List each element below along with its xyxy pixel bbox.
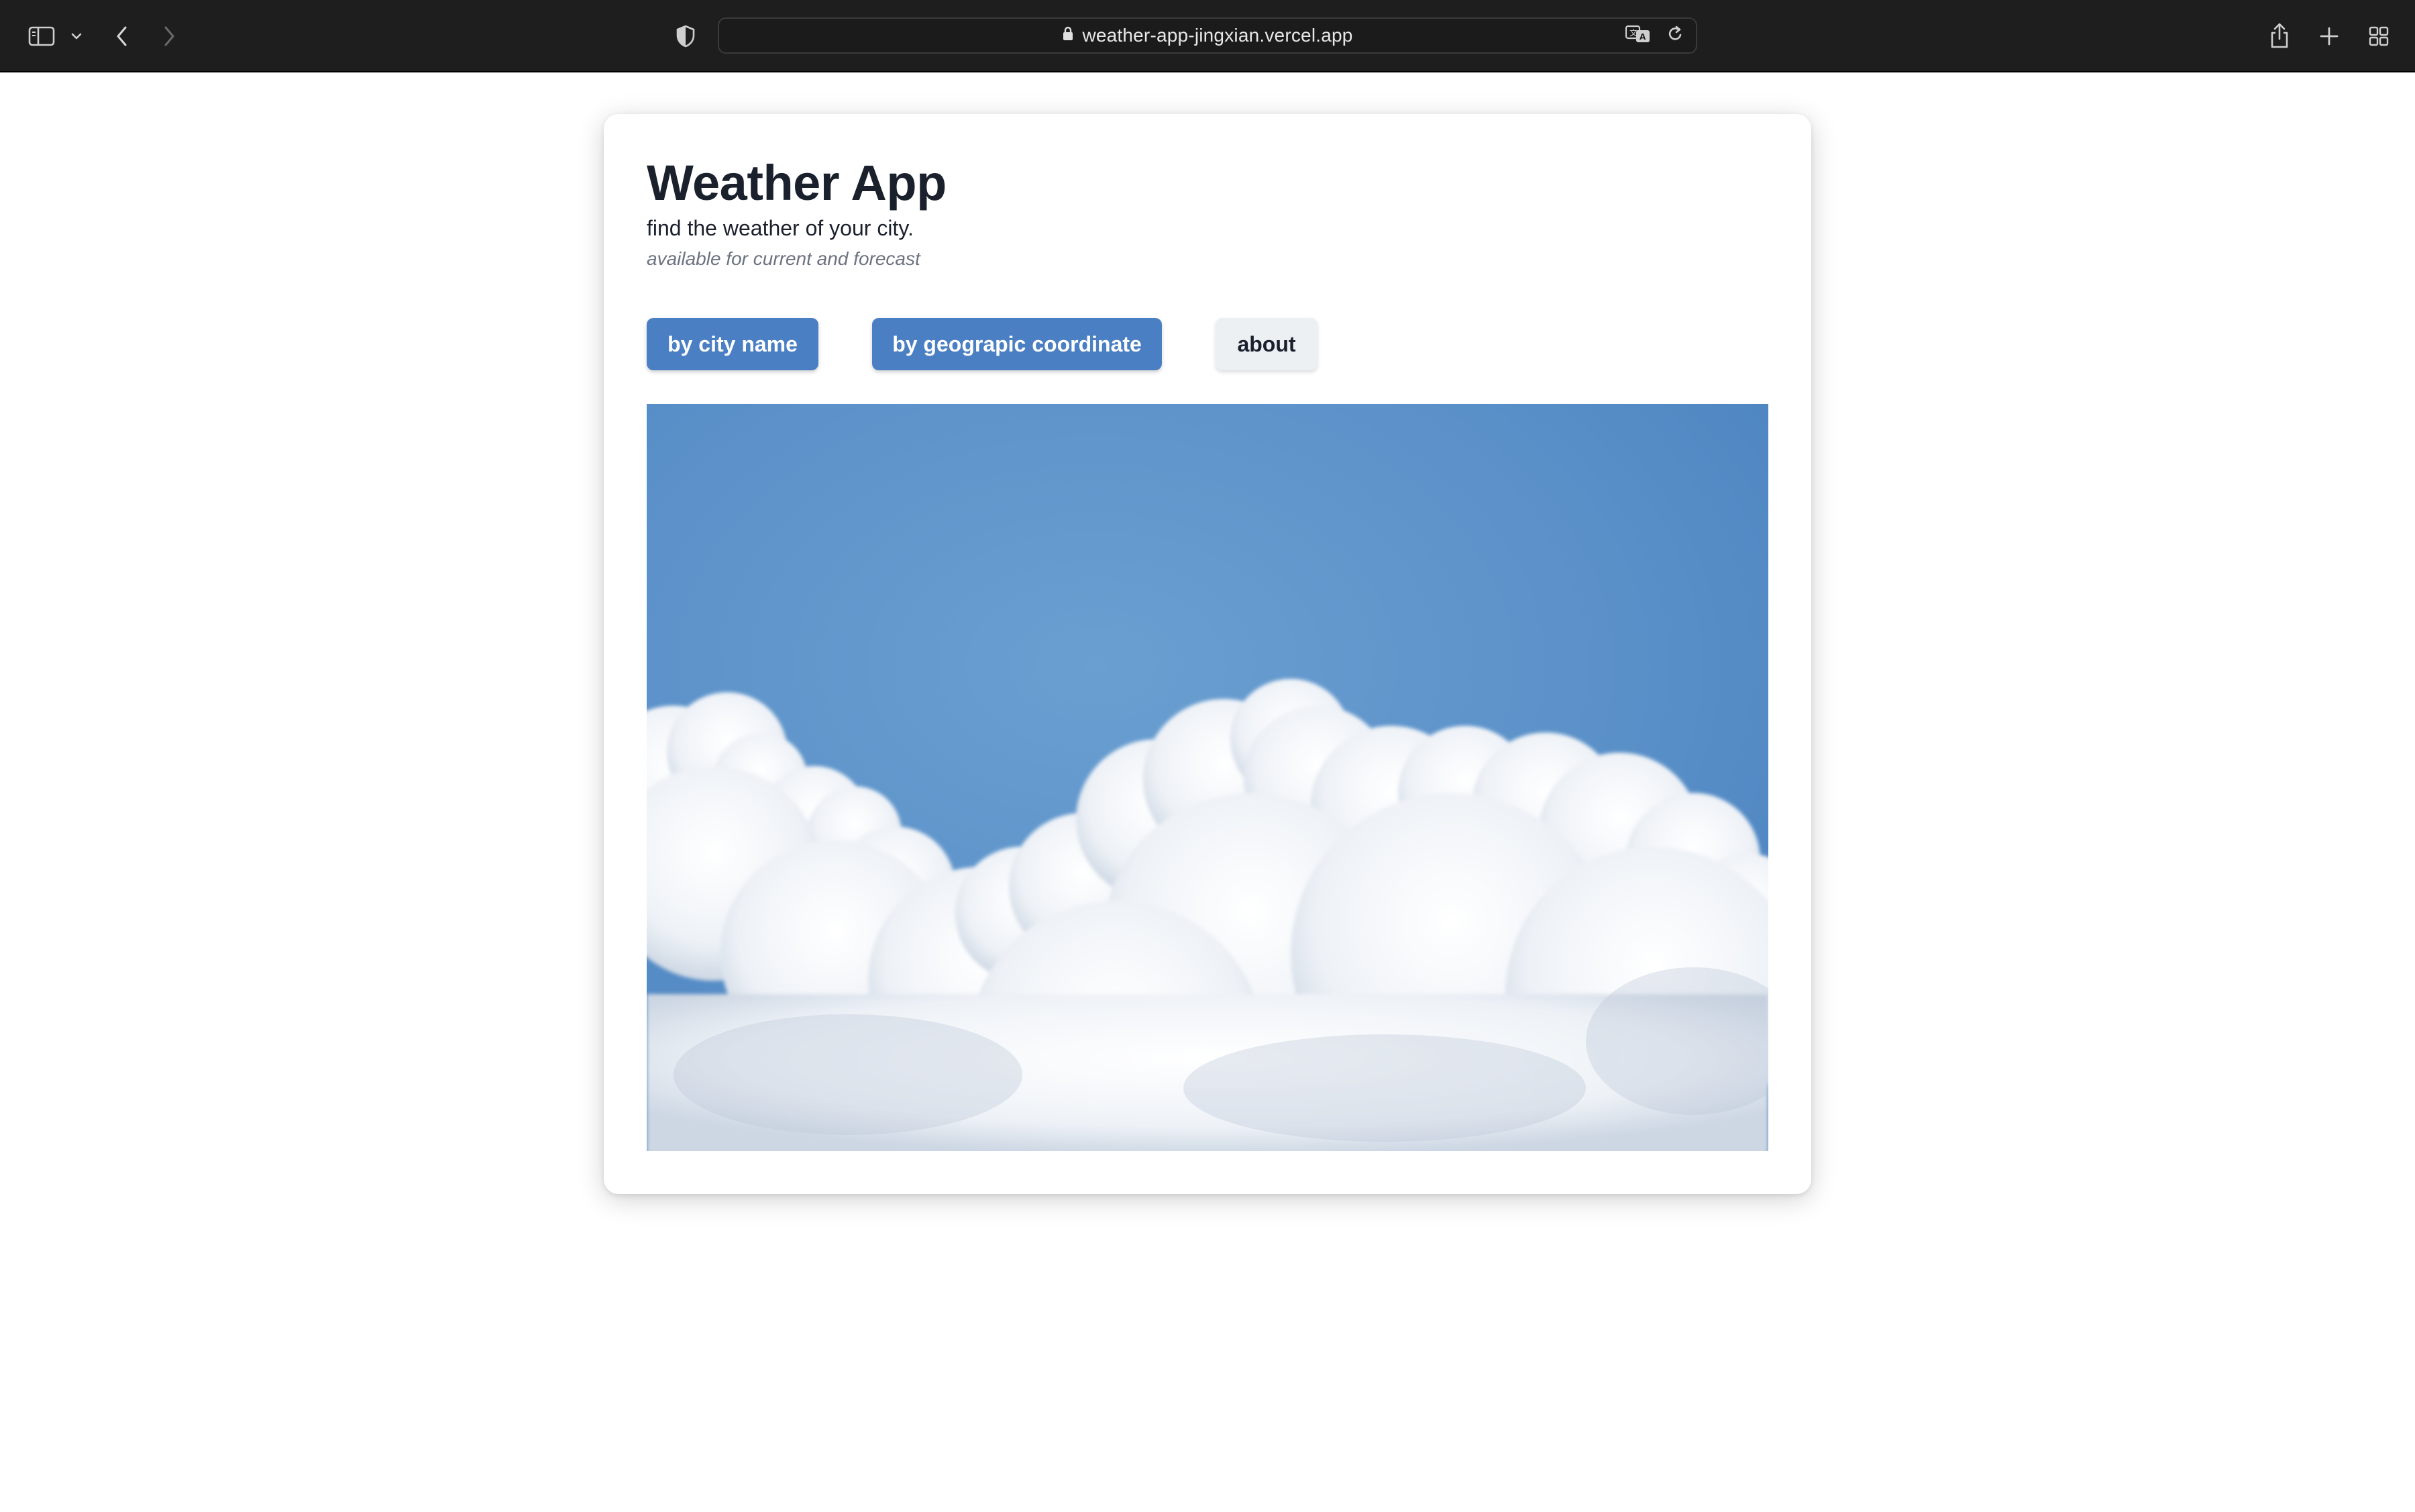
share-icon[interactable] — [2263, 19, 2296, 52]
forward-arrow-icon[interactable] — [154, 21, 184, 51]
shield-icon[interactable] — [671, 21, 700, 51]
translate-icon[interactable]: 文A — [1625, 24, 1652, 48]
by-city-name-button[interactable]: by city name — [647, 318, 818, 370]
back-arrow-icon[interactable] — [107, 21, 137, 51]
clouds-sky-image — [647, 404, 1768, 1151]
grid-icon[interactable] — [2364, 21, 2394, 51]
url-text: weather-app-jingxian.vercel.app — [1082, 25, 1353, 46]
address-bar[interactable]: weather-app-jingxian.vercel.app 文A — [718, 17, 1697, 54]
browser-toolbar: weather-app-jingxian.vercel.app 文A — [0, 0, 2415, 72]
svg-text:A: A — [1640, 32, 1646, 42]
about-button[interactable]: about — [1216, 318, 1318, 370]
plus-icon[interactable] — [2314, 21, 2344, 51]
main-card: Weather App find the weather of your cit… — [604, 114, 1811, 1194]
page-note: available for current and forecast — [647, 248, 920, 269]
reload-icon[interactable] — [1666, 25, 1684, 47]
sidebar-icon[interactable] — [27, 21, 56, 51]
page-title: Weather App — [647, 155, 947, 211]
by-coordinate-button[interactable]: by geograpic coordinate — [872, 318, 1162, 370]
chevron-down-icon[interactable] — [67, 27, 86, 46]
page-subtitle: find the weather of your city. — [647, 216, 914, 240]
lock-icon — [1062, 25, 1074, 46]
